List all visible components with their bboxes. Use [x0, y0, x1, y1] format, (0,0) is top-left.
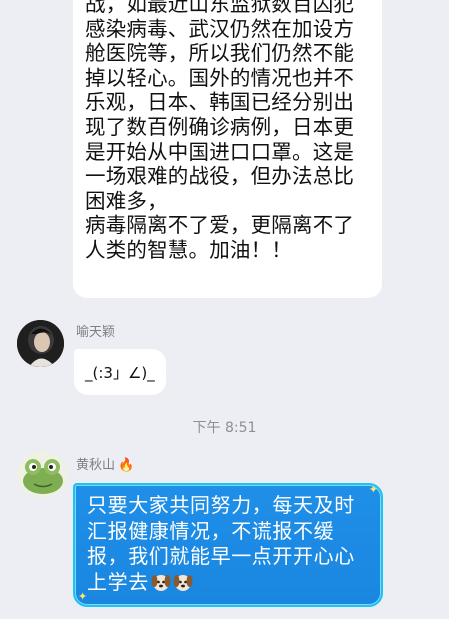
message-line: 只要大家共同努力，每天及时	[87, 493, 355, 517]
dog-face-icon	[173, 574, 193, 591]
sender-name: 喻天颖	[76, 325, 116, 340]
message-line: 感染病毒、武汉仍然在加设方	[85, 16, 355, 41]
sparkle-icon: ✦	[78, 590, 88, 603]
message-line: 困难多，	[85, 188, 168, 213]
message-bubble-3[interactable]: ✦ ✦ 只要大家共同努力，每天及时 汇报健康情况，不谎报不缓 报，我们就能早一点…	[73, 483, 383, 607]
message-line: 报，我们就能早一点开开心心	[87, 544, 355, 568]
message-text: _(:3」∠)_	[85, 364, 155, 382]
message-line: 掉以轻心。国外的情况也并不	[85, 65, 355, 90]
sender-name-text: 黄秋山	[76, 458, 116, 473]
message-line: 汇报健康情况，不谎报不缓	[87, 518, 335, 543]
sparkle-icon: ✦	[368, 483, 378, 496]
message-bubble-1[interactable]: 战，如最近山东监狱数百囚犯 感染病毒、武汉仍然在加设方 舱医院等，所以我们仍然不…	[73, 0, 382, 298]
message-line-text: 上学去	[87, 569, 149, 594]
message-line: 人类的智慧。加油！！	[85, 237, 292, 262]
message-line: 战，如最近山东监狱数百囚犯	[85, 0, 355, 16]
user-portrait-icon	[17, 320, 64, 367]
message-line: 上学去	[87, 570, 371, 596]
message-line: 乐观，日本、韩国已经分别出	[85, 90, 355, 115]
dog-face-icon	[151, 574, 171, 591]
avatar[interactable]	[17, 320, 64, 367]
fire-icon: 🔥	[118, 458, 135, 473]
message-line: 现了数百例确诊病例，日本更	[85, 114, 355, 139]
avatar[interactable]	[17, 451, 68, 498]
message-line: 是开始从中国进口口罩。这是	[85, 139, 355, 164]
message-bubble-2[interactable]: _(:3」∠)_	[74, 349, 166, 395]
message-line: 一场艰难的战役，但办法总比	[85, 164, 355, 189]
timestamp: 下午 8:51	[192, 420, 257, 436]
message-line: 舱医院等，所以我们仍然不能	[85, 41, 355, 66]
frog-avatar-icon	[17, 451, 68, 498]
message-line: 病毒隔离不了爱，更隔离不了	[85, 213, 355, 238]
sender-name: 黄秋山 🔥	[76, 454, 134, 473]
